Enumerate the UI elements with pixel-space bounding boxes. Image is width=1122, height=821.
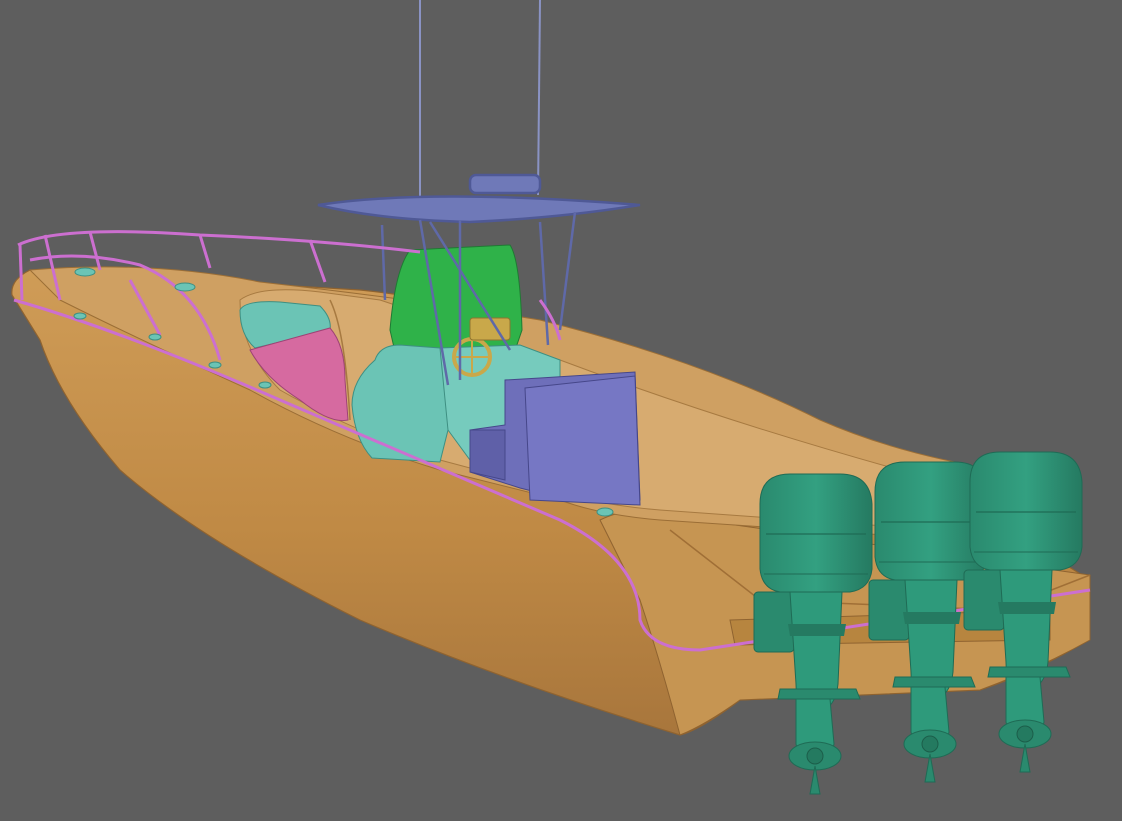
3d-viewport[interactable] (0, 0, 1122, 821)
boat-render (11, 0, 1091, 795)
outboard-engines (753, 451, 1083, 795)
antenna-lines (419, 0, 541, 200)
